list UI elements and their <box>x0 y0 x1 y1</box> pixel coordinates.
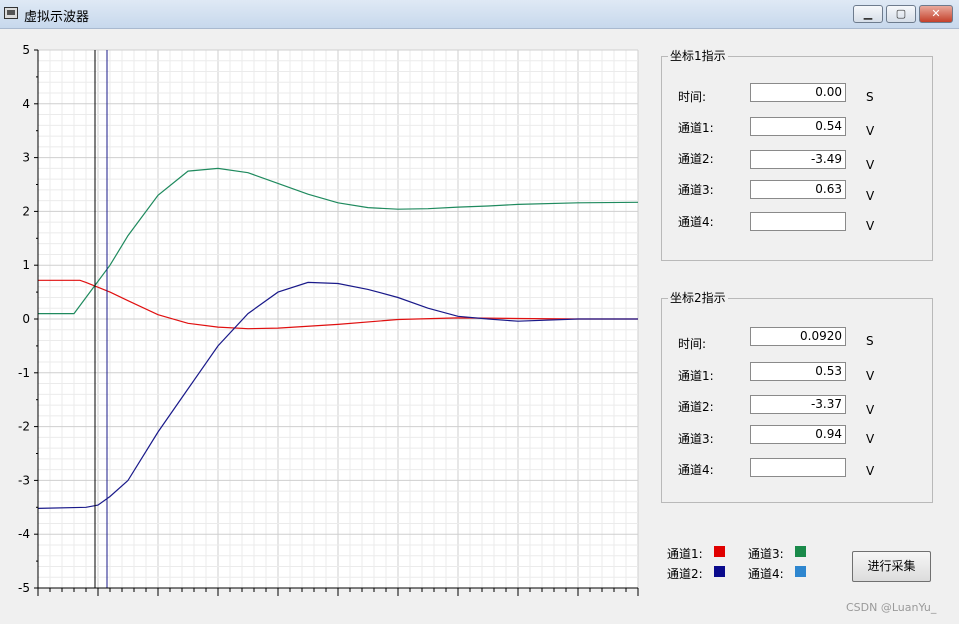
cursor2-ch1-unit: V <box>866 369 875 383</box>
legend-ch3-label: 通道3: <box>748 547 784 561</box>
legend-ch1-label: 通道1: <box>667 547 703 561</box>
cursor1-time-label: 时间: <box>678 90 707 104</box>
cursor2-ch3-label: 通道3: <box>678 432 714 446</box>
cursor1-panel-title: 坐标1指示 <box>668 49 728 63</box>
cursor1-ch1-unit: V <box>866 124 875 138</box>
cursor1-ch1-field[interactable]: 0.54 <box>750 117 846 136</box>
legend-ch2-label: 通道2: <box>667 567 703 581</box>
cursor1-ch2-unit: V <box>866 158 875 172</box>
cursor1-time-field[interactable]: 0.00 <box>750 83 846 102</box>
oscilloscope-icon <box>4 7 18 19</box>
y-tick-label: 1 <box>22 258 30 272</box>
cursor1-ch3-unit: V <box>866 189 875 203</box>
cursor2-ch4-unit: V <box>866 464 875 478</box>
cursor2-ch4-label: 通道4: <box>678 463 714 477</box>
cursor2-ch2-field[interactable]: -3.37 <box>750 395 846 414</box>
cursor2-ch2-unit: V <box>866 403 875 417</box>
legend-ch2-swatch <box>714 566 725 577</box>
cursor1-time-unit: S <box>866 90 874 104</box>
cursor1-ch2-field[interactable]: -3.49 <box>750 150 846 169</box>
window-title: 虚拟示波器 <box>24 10 90 25</box>
y-tick-label: -4 <box>18 527 30 541</box>
minimize-button[interactable]: ▁ <box>853 5 883 23</box>
y-tick-label: -5 <box>18 581 30 595</box>
y-tick-label: 3 <box>22 151 30 165</box>
y-tick-label: 2 <box>22 204 30 218</box>
cursor2-time-label: 时间: <box>678 337 707 351</box>
cursor2-time-field[interactable]: 0.0920 <box>750 327 846 346</box>
cursor2-ch2-label: 通道2: <box>678 400 714 414</box>
cursor2-ch1-field[interactable]: 0.53 <box>750 362 846 381</box>
watermark: CSDN @LuanYu_ <box>846 601 937 614</box>
y-tick-label: 0 <box>22 312 30 326</box>
legend-ch4-label: 通道4: <box>748 567 784 581</box>
cursor2-panel-title: 坐标2指示 <box>668 291 728 305</box>
cursor1-ch3-field[interactable]: 0.63 <box>750 180 846 199</box>
close-button[interactable]: ✕ <box>919 5 953 23</box>
cursor2-ch4-field[interactable] <box>750 458 846 477</box>
cursor1-ch4-field[interactable] <box>750 212 846 231</box>
legend-ch4-swatch <box>795 566 806 577</box>
title-bar: 虚拟示波器 ▁ ▢ ✕ <box>0 0 959 29</box>
cursor1-ch2-label: 通道2: <box>678 152 714 166</box>
cursor2-ch1-label: 通道1: <box>678 369 714 383</box>
legend-ch1-swatch <box>714 546 725 557</box>
cursor1-ch4-label: 通道4: <box>678 215 714 229</box>
cursor1-ch3-label: 通道3: <box>678 183 714 197</box>
cursor2-ch3-unit: V <box>866 432 875 446</box>
y-tick-label: -2 <box>18 420 30 434</box>
y-tick-label: 4 <box>22 97 30 111</box>
collect-button[interactable]: 进行采集 <box>852 551 931 582</box>
maximize-button[interactable]: ▢ <box>886 5 916 23</box>
y-tick-label: -3 <box>18 473 30 487</box>
cursor1-ch4-unit: V <box>866 219 875 233</box>
cursor2-time-unit: S <box>866 334 874 348</box>
y-tick-label: -1 <box>18 366 30 380</box>
y-tick-label: 5 <box>22 43 30 57</box>
cursor1-ch1-label: 通道1: <box>678 121 714 135</box>
cursor2-ch3-field[interactable]: 0.94 <box>750 425 846 444</box>
legend-ch3-swatch <box>795 546 806 557</box>
oscilloscope-chart[interactable]: 5 4 3 2 1 0 -1 -2 -3 -4 -5 <box>0 28 640 600</box>
